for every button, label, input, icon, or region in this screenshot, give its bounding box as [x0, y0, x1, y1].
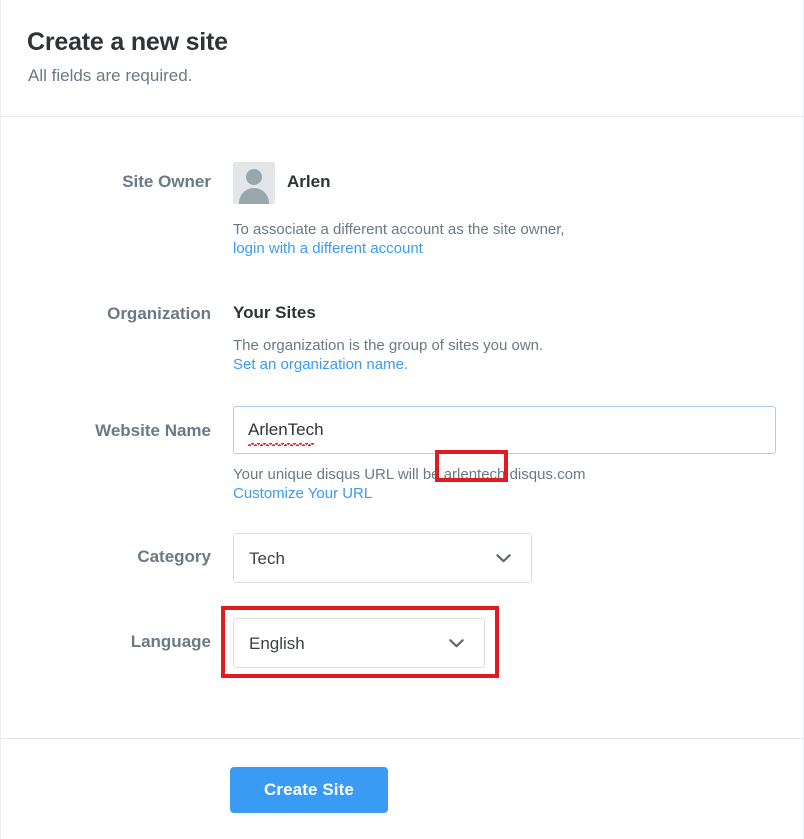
organization-label: Organization — [107, 304, 211, 323]
page-header: Create a new site All fields are require… — [1, 0, 803, 117]
avatar-head-shape — [246, 169, 262, 185]
page-footer: Create Site — [1, 738, 803, 839]
website-name-label: Website Name — [95, 421, 211, 440]
website-url-hint: Your unique disqus URL will be arlentech… — [233, 465, 776, 484]
organization-help-text: The organization is the group of sites y… — [233, 337, 544, 354]
organization-value: Your Sites — [233, 303, 316, 322]
create-site-form: Site Owner Arlen To associate a differen… — [1, 118, 803, 738]
create-site-button[interactable]: Create Site — [230, 767, 388, 813]
website-name-input[interactable] — [233, 406, 776, 454]
url-hint-prefix: Your unique disqus URL will be — [233, 466, 444, 483]
language-selected-value: English — [249, 634, 305, 653]
site-owner-identity: Arlen — [233, 162, 565, 204]
page-title: Create a new site — [27, 28, 228, 56]
language-content: English — [233, 618, 485, 668]
category-select[interactable]: Tech — [233, 533, 532, 583]
url-hint-slug: arlentech — [443, 466, 506, 483]
set-organization-name-link[interactable]: Set an organization name. — [233, 356, 408, 373]
category-label: Category — [137, 547, 211, 566]
url-hint-suffix: .disqus.com — [505, 466, 586, 483]
organization-content: Your Sites The organization is the group… — [233, 303, 543, 374]
site-owner-name: Arlen — [287, 172, 331, 191]
customize-your-url-link[interactable]: Customize Your URL — [233, 485, 372, 502]
site-owner-label: Site Owner — [122, 172, 211, 191]
page-subtitle: All fields are required. — [28, 66, 193, 85]
avatar-body-shape — [239, 188, 269, 204]
website-name-content: Your unique disqus URL will be arlentech… — [233, 406, 776, 503]
chevron-down-icon — [449, 639, 464, 648]
login-with-different-account-link[interactable]: login with a different account — [233, 240, 423, 257]
category-content: Tech — [233, 533, 532, 583]
category-selected-value: Tech — [249, 549, 285, 568]
language-label: Language — [130, 632, 211, 651]
site-owner-content: Arlen To associate a different account a… — [233, 162, 565, 258]
site-owner-help-text: To associate a different account as the … — [233, 221, 565, 238]
user-avatar-icon — [233, 162, 275, 204]
create-site-page: Create a new site All fields are require… — [0, 0, 804, 839]
language-select[interactable]: English — [233, 618, 485, 668]
chevron-down-icon — [496, 554, 511, 563]
